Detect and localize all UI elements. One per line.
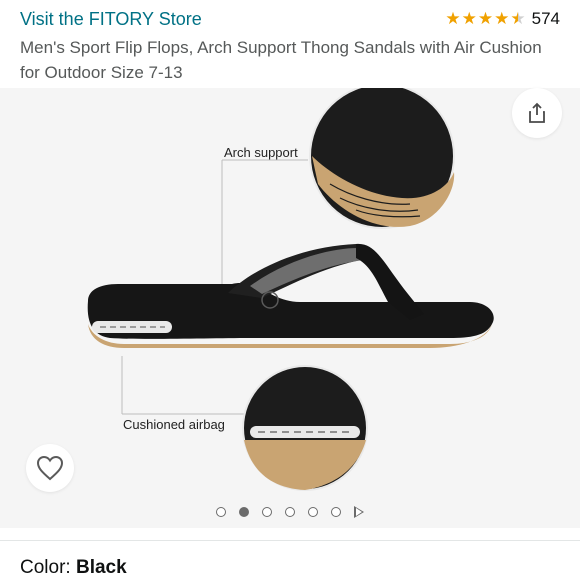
rating[interactable]: ★ ★ ★ ★ ★ 574 [445, 9, 560, 29]
color-value: Black [75, 557, 127, 578]
sandal-illustration [87, 243, 494, 348]
divider [0, 540, 580, 541]
store-link[interactable]: Visit the FITORY Store [20, 9, 202, 30]
share-icon [529, 102, 545, 123]
gallery-dot[interactable] [216, 507, 226, 517]
airbag-zoom [242, 365, 368, 491]
rating-count[interactable]: 574 [532, 9, 560, 29]
gallery-pagination [0, 506, 580, 518]
share-button[interactable] [512, 88, 562, 138]
star-icon: ★ [461, 9, 477, 28]
color-label: Color: [20, 557, 71, 578]
gallery-dot-active[interactable] [239, 507, 249, 517]
color-selection: Color: Black [20, 557, 127, 579]
half-star-icon: ★ [510, 9, 526, 28]
callout-arch-support: Arch support [224, 145, 298, 160]
rating-stars: ★ ★ ★ ★ ★ [445, 9, 525, 29]
gallery-dot[interactable] [308, 507, 318, 517]
star-icon: ★ [477, 9, 494, 28]
wishlist-button[interactable] [26, 444, 74, 492]
arch-support-zoom [309, 88, 455, 229]
star-icon: ★ [445, 9, 461, 28]
product-header: Visit the FITORY Store ★ ★ ★ ★ ★ 574 Men… [0, 0, 580, 88]
product-image-gallery[interactable]: Arch support Cushioned airbag [0, 88, 580, 528]
video-play-icon[interactable] [354, 506, 364, 518]
callout-cushioned-airbag: Cushioned airbag [123, 417, 225, 432]
heart-icon [36, 455, 64, 481]
gallery-dot[interactable] [285, 507, 295, 517]
gallery-dot[interactable] [262, 507, 272, 517]
star-icon: ★ [494, 9, 510, 28]
product-title: Men's Sport Flip Flops, Arch Support Tho… [20, 38, 542, 82]
gallery-dot[interactable] [331, 507, 341, 517]
